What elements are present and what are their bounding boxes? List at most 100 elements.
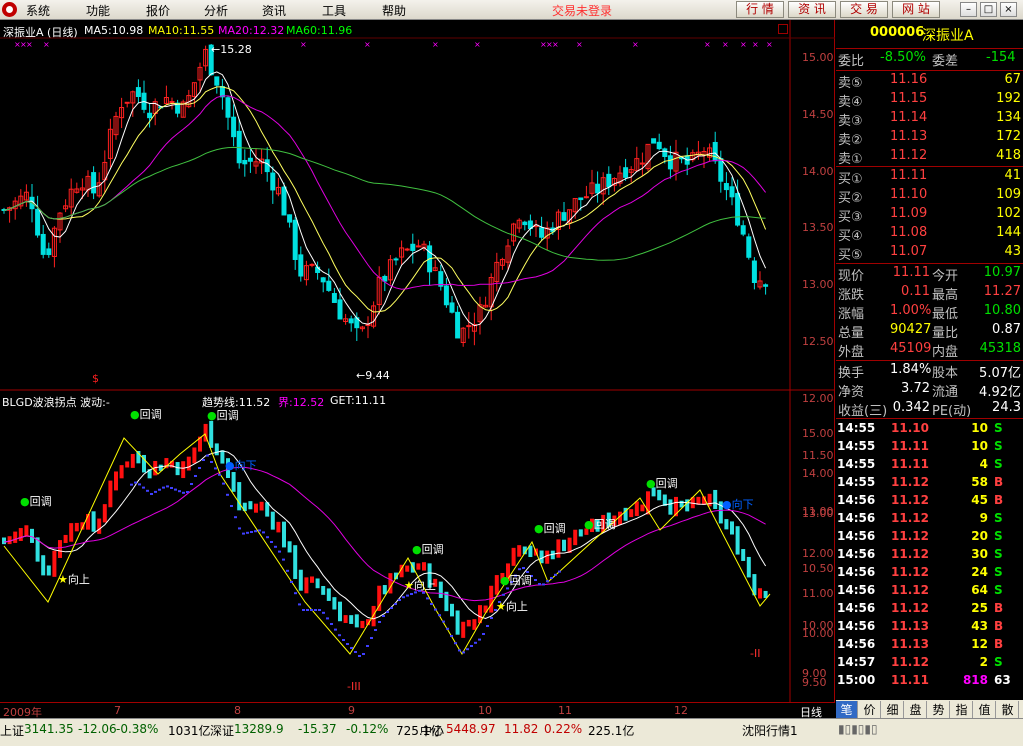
kline-chart-area[interactable]: 深振业A (日线) MA5:10.98 MA10:11.55 MA20:12.3…	[0, 20, 835, 719]
trade-login-status[interactable]: 交易未登录	[552, 2, 612, 19]
stat-label: 换手	[838, 366, 865, 381]
indicator-bar	[220, 450, 225, 464]
x-label: 8	[234, 704, 241, 717]
stat-label: 外盘	[838, 345, 865, 360]
website-button[interactable]: 网 站	[892, 1, 940, 18]
stat-label: 总量	[838, 326, 865, 341]
tick-price: 11.12	[891, 475, 929, 489]
candle-body	[667, 155, 673, 170]
indicator-bar	[567, 537, 572, 553]
tick-time: 14:57	[837, 655, 876, 669]
signal-marker: ×	[300, 40, 307, 49]
menu-system[interactable]: 系统	[26, 2, 50, 19]
indicator-bar	[730, 521, 734, 535]
tick-price: 11.12	[891, 529, 929, 543]
stat-value: 90427	[890, 322, 932, 337]
indicator-bar	[69, 523, 74, 542]
ask-label: 卖④	[838, 95, 863, 110]
indicator-bar	[450, 603, 454, 617]
tick-side: B	[994, 619, 1004, 633]
minimize-icon[interactable]: –	[960, 2, 977, 17]
y-tick-price: 12.50	[802, 335, 834, 348]
candle-body	[91, 172, 97, 194]
candle-body	[231, 116, 237, 138]
indicator-bar	[2, 537, 6, 545]
panel-tab[interactable]: 指	[951, 701, 973, 718]
candle-body	[466, 325, 472, 328]
status-icons: ▮▯▮▯▮▯	[838, 722, 878, 736]
candle-body	[415, 245, 421, 248]
indicator-bar	[629, 509, 634, 518]
index-pct: -0.12%	[346, 722, 389, 736]
xiangxia-annotation: ●向下	[722, 498, 754, 511]
quote-button[interactable]: 行 情	[736, 1, 784, 18]
stat-row: 现价 11.11 今开 10.97	[836, 265, 1023, 284]
menu-tools[interactable]: 工具	[322, 2, 346, 19]
panel-tab[interactable]: 价	[859, 701, 881, 718]
trade-button[interactable]: 交 易	[840, 1, 888, 18]
tick-time: 14:56	[837, 511, 876, 525]
indicator-bar	[332, 597, 337, 610]
indicator-bar	[125, 461, 130, 468]
candle-body	[281, 186, 287, 216]
menu-function[interactable]: 功能	[86, 2, 110, 19]
stat-label: PE(动)	[932, 404, 972, 419]
ask-label: 卖①	[838, 152, 863, 167]
candle-body	[46, 248, 52, 256]
indicator-bar	[237, 482, 242, 511]
tick-row: 14:56 11.12 45 B	[836, 493, 1023, 511]
signal-marker: ×	[43, 40, 50, 49]
panel-tab[interactable]: 势	[928, 701, 950, 718]
index-pct: 0.22%	[544, 722, 583, 736]
candle-body	[578, 197, 584, 201]
tick-time: 14:56	[837, 493, 876, 507]
news-button[interactable]: 资 讯	[788, 1, 836, 18]
signal-marker: ×	[26, 40, 33, 49]
status-bar: 沈阳行情1 ▮▯▮▯▮▯ 上证 3141.35 -12.06 -0.38% 1031亿深…	[0, 718, 1023, 746]
weibi-row: 委比 -8.50% 委差 -154	[838, 50, 1016, 69]
menu-quote[interactable]: 报价	[146, 2, 170, 19]
panel-tab[interactable]: 笔	[836, 701, 858, 718]
tick-time: 15:00	[837, 673, 876, 687]
indicator-bar	[108, 480, 113, 508]
candle-body	[135, 87, 141, 98]
tick-volume: 24	[971, 565, 988, 579]
panel-tab[interactable]: 细	[882, 701, 904, 718]
candle-body	[623, 167, 629, 178]
candle-body	[404, 248, 410, 251]
panel-tab[interactable]: 散	[997, 701, 1019, 718]
menu-help[interactable]: 帮助	[382, 2, 406, 19]
indicator-bar	[74, 522, 79, 532]
indicator-bar	[282, 521, 286, 548]
tick-row: 14:56 11.12 25 B	[836, 601, 1023, 619]
indicator-bar	[24, 525, 29, 537]
indicator-bar	[287, 541, 292, 553]
indicator-bar	[181, 461, 186, 479]
menu-analysis[interactable]: 分析	[204, 2, 228, 19]
ask-price: 11.16	[890, 72, 928, 87]
ask-volume: 67	[1004, 72, 1021, 87]
candle-body	[225, 97, 231, 118]
ask-price: 11.15	[890, 91, 928, 106]
indicator-bar	[382, 585, 387, 595]
maximize-icon[interactable]: □	[980, 2, 997, 17]
y-tick-indicator: 11.00	[802, 587, 834, 600]
panel-tab[interactable]: 值	[974, 701, 996, 718]
tick-volume: 10	[971, 421, 988, 435]
min-price-label: ←9.44	[356, 369, 390, 382]
y-tick-indicator: 14.00	[802, 467, 834, 480]
indicator-bar	[735, 526, 740, 555]
panel-tab[interactable]: 盘	[905, 701, 927, 718]
tick-row: 14:56 11.13 43 B	[836, 619, 1023, 637]
close-icon[interactable]: ×	[1000, 2, 1017, 17]
menu-news[interactable]: 资讯	[262, 2, 286, 19]
candle-body	[651, 138, 657, 144]
indicator-bar	[102, 504, 107, 523]
candle-body	[298, 254, 304, 277]
bid-row: 买④ 11.08 144	[836, 225, 1023, 244]
server-label[interactable]: 沈阳行情1	[742, 722, 798, 739]
indicator-bar	[455, 610, 460, 635]
ask-row: 卖③ 11.14 134	[836, 110, 1023, 129]
indicator-bar	[91, 511, 96, 532]
tick-row: 14:57 11.12 2 S	[836, 655, 1023, 673]
